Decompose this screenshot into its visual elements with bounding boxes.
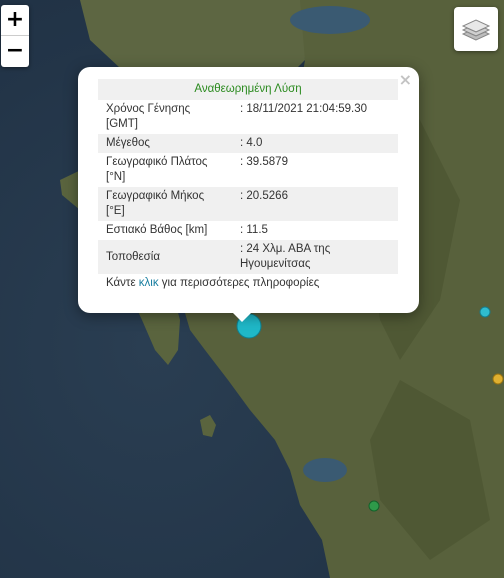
earthquake-marker[interactable] bbox=[368, 500, 380, 512]
earthquake-marker[interactable] bbox=[479, 306, 491, 318]
more-info-suffix: για περισσότερες πληροφορίες bbox=[158, 277, 320, 289]
magnitude-label: Μέγεθος bbox=[98, 134, 232, 153]
popup-close-button[interactable]: × bbox=[399, 70, 412, 89]
popup-pointer bbox=[232, 312, 252, 322]
latitude-value: : 39.5879 bbox=[240, 156, 288, 168]
zoom-control: + − bbox=[1, 5, 29, 67]
latitude-label: Γεωγραφικό Πλάτος [°N] bbox=[106, 156, 208, 183]
location-value: : 24 Χλμ. ΑΒΑ της Ηγουμενίτσας bbox=[232, 240, 398, 274]
earthquake-info-popup: × Αναθεωρημένη Λύση Χρόνος Γένησης [GMT]… bbox=[78, 67, 419, 313]
depth-label: Εστιακό Βάθος [km] bbox=[106, 224, 208, 236]
origin-time-label: Χρόνος Γένησης [GMT] bbox=[106, 103, 191, 130]
magnitude-value: : 4.0 bbox=[232, 134, 398, 153]
earthquake-marker[interactable] bbox=[492, 373, 504, 385]
location-label: Τοποθεσία bbox=[98, 240, 232, 274]
more-info-prefix: Κάντε bbox=[106, 277, 139, 289]
more-info-link[interactable]: κλικ bbox=[139, 277, 159, 289]
earthquake-info-table: Αναθεωρημένη Λύση Χρόνος Γένησης [GMT] :… bbox=[98, 79, 398, 293]
longitude-value: : 20.5266 bbox=[232, 187, 398, 221]
layers-icon bbox=[461, 19, 491, 41]
zoom-in-button[interactable]: + bbox=[1, 5, 29, 36]
more-info-text: Κάντε κλικ για περισσότερες πληροφορίες bbox=[98, 274, 398, 293]
longitude-label: Γεωγραφικό Μήκος [°E] bbox=[98, 187, 232, 221]
layers-control-button[interactable] bbox=[454, 7, 498, 51]
origin-time-value: : 18/11/2021 21:04:59.30 bbox=[240, 103, 368, 115]
solution-header: Αναθεωρημένη Λύση bbox=[98, 79, 398, 100]
lake bbox=[290, 6, 370, 34]
zoom-out-button[interactable]: − bbox=[1, 36, 29, 66]
lake bbox=[303, 458, 347, 482]
depth-value: : 11.5 bbox=[240, 224, 268, 236]
